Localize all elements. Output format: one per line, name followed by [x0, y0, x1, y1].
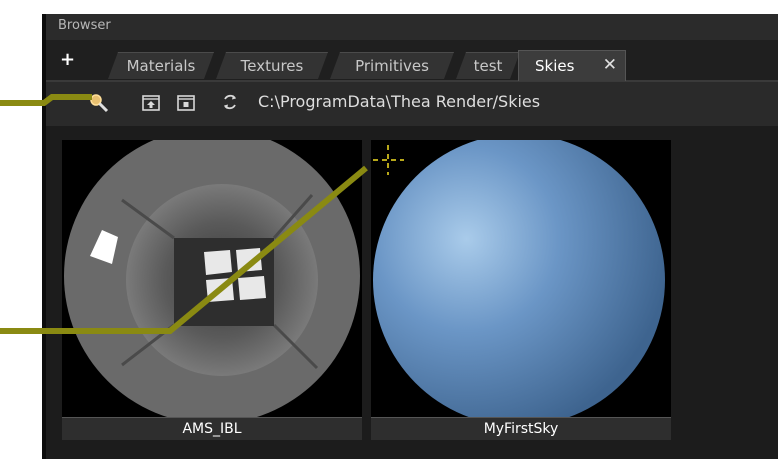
add-tab-button[interactable]: + [60, 49, 75, 71]
myfirstsky-preview [373, 134, 665, 426]
tab-label: test [473, 57, 503, 75]
refresh-icon[interactable] [220, 92, 240, 112]
thumbnail-label: MyFirstSky [371, 417, 671, 440]
tab-test[interactable]: test [456, 52, 520, 79]
thumbnail-label: AMS_IBL [62, 417, 362, 440]
search-icon[interactable] [88, 92, 109, 113]
tab-primitives[interactable]: Primitives [330, 52, 454, 79]
panel-titlebar [46, 14, 778, 40]
tab-label: Textures [240, 57, 304, 75]
folder-up-icon[interactable] [141, 92, 161, 112]
sky-thumbnail-ams-ibl[interactable]: AMS_IBL [62, 128, 362, 440]
folder-icon[interactable] [176, 92, 196, 112]
tab-label: Skies [535, 57, 575, 75]
tab-textures[interactable]: Textures [216, 52, 328, 79]
current-path: C:\ProgramData\Thea Render/Skies [258, 92, 541, 111]
sky-thumbnail-myfirstsky[interactable]: MyFirstSky [371, 134, 671, 440]
tab-skies[interactable]: Skies ✕ [518, 50, 626, 81]
tab-label: Materials [126, 57, 196, 75]
ams-ibl-preview [64, 128, 360, 424]
tab-materials[interactable]: Materials [108, 52, 214, 79]
panel-title: Browser [58, 18, 111, 33]
tab-label: Primitives [355, 57, 429, 75]
close-icon[interactable]: ✕ [603, 55, 617, 75]
